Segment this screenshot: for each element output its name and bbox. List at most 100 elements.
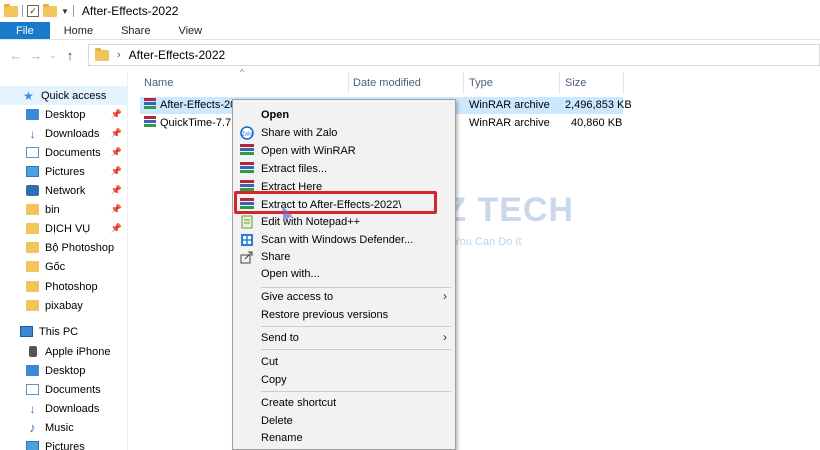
file-type: WinRAR archive — [469, 117, 550, 129]
file-size: 40,860 KB — [571, 117, 623, 129]
sidebar-item-label: Music — [45, 421, 74, 434]
pin-icon: 📌 — [110, 166, 122, 176]
menu-separator — [261, 349, 451, 350]
menu-item-scan-with-defender[interactable]: Scan with Windows Defender... — [233, 231, 455, 249]
properties-icon[interactable]: ✓ — [27, 5, 39, 17]
breadcrumb-chevron-icon[interactable]: › — [117, 49, 121, 61]
sidebar-item-label: Desktop — [45, 364, 86, 377]
document-icon — [26, 384, 39, 395]
tab-view[interactable]: View — [164, 22, 216, 39]
column-header-size[interactable]: Size — [565, 72, 623, 94]
recent-locations-dropdown-icon[interactable]: ⌄ — [46, 51, 60, 60]
sidebar-item-desktop[interactable]: Desktop 📌 — [0, 105, 128, 124]
menu-item-edit-with-notepad[interactable]: Edit with Notepad++ — [233, 213, 455, 231]
column-divider[interactable] — [348, 72, 349, 94]
file-type: WinRAR archive — [469, 99, 550, 111]
winrar-icon — [240, 144, 254, 158]
sidebar-item-label: Quick access — [41, 89, 107, 102]
sidebar-item-bin[interactable]: bin 📌 — [0, 200, 128, 219]
zalo-icon: Zalo — [240, 126, 254, 140]
menu-separator — [261, 326, 451, 327]
download-icon: ↓ — [29, 126, 36, 141]
menu-item-create-shortcut[interactable]: Create shortcut — [233, 394, 455, 412]
folder-icon — [26, 204, 39, 215]
folder-icon — [26, 223, 39, 234]
breadcrumb[interactable]: After-Effects-2022 — [129, 48, 226, 62]
context-menu: Open Zalo Share with Zalo Open with WinR… — [232, 99, 456, 450]
folder-icon — [26, 261, 39, 272]
sidebar-item-label: This PC — [39, 325, 79, 338]
file-size: 2,496,853 KB — [565, 99, 632, 111]
sidebar-item-label: Pictures — [45, 165, 85, 178]
menu-item-cut[interactable]: Cut — [233, 353, 455, 371]
menu-item-open-with-winrar[interactable]: Open with WinRAR — [233, 142, 455, 160]
menu-item-delete[interactable]: Delete — [233, 412, 455, 430]
sidebar-item-documents-pc[interactable]: Documents — [0, 380, 128, 399]
column-divider[interactable] — [463, 72, 464, 94]
sidebar-item-network[interactable]: Network 📌 — [0, 181, 128, 200]
sidebar-item-label: Apple iPhone — [45, 345, 111, 358]
menu-item-label: Send to — [261, 332, 299, 344]
menu-item-label: Give access to — [261, 291, 334, 303]
sidebar-item-documents[interactable]: Documents 📌 — [0, 143, 128, 162]
back-arrow-icon[interactable]: ← — [6, 48, 26, 63]
sidebar-item-pictures[interactable]: Pictures 📌 — [0, 162, 128, 181]
tab-share[interactable]: Share — [107, 22, 164, 39]
tab-file[interactable]: File — [0, 22, 50, 39]
sidebar-item-music[interactable]: ♪ Music — [0, 418, 128, 437]
window-title: After-Effects-2022 — [81, 4, 179, 18]
sidebar-item-bo-photoshop[interactable]: Bộ Photoshop — [0, 238, 128, 257]
column-header-name[interactable]: Name — [144, 72, 348, 94]
menu-item-restore-previous-versions[interactable]: Restore previous versions — [233, 306, 455, 324]
sidebar-item-photoshop[interactable]: Photoshop — [0, 277, 128, 296]
sidebar-item-pixabay[interactable]: pixabay — [0, 296, 128, 315]
menu-item-extract-files[interactable]: Extract files... — [233, 160, 455, 178]
address-bar[interactable]: › After-Effects-2022 — [88, 44, 820, 66]
phone-icon — [29, 346, 37, 357]
sidebar-item-quick-access[interactable]: ★ Quick access — [0, 86, 128, 105]
pin-icon: 📌 — [110, 223, 122, 233]
sidebar-item-this-pc[interactable]: This PC — [0, 322, 128, 341]
menu-item-rename[interactable]: Rename — [233, 429, 455, 447]
sidebar-item-label: Downloads — [45, 402, 100, 415]
menu-item-share-with-zalo[interactable]: Zalo Share with Zalo — [233, 124, 455, 142]
menu-item-label: Edit with Notepad++ — [261, 216, 361, 228]
sidebar-item-pictures-pc[interactable]: Pictures — [0, 437, 128, 450]
sidebar-item-apple-iphone[interactable]: Apple iPhone — [0, 342, 128, 361]
chevron-right-icon: › — [443, 330, 447, 344]
music-icon: ♪ — [29, 420, 36, 435]
column-divider[interactable] — [559, 72, 560, 94]
sidebar-item-dich-vu[interactable]: DỊCH VỤ 📌 — [0, 219, 128, 238]
menu-item-give-access-to[interactable]: Give access to › — [233, 288, 455, 306]
pin-icon: 📌 — [110, 147, 122, 157]
column-divider[interactable] — [623, 72, 624, 94]
menu-item-copy[interactable]: Copy — [233, 371, 455, 389]
sidebar-item-desktop-pc[interactable]: Desktop — [0, 361, 128, 380]
menu-item-share[interactable]: Share — [233, 248, 455, 266]
sidebar-item-label: Desktop — [45, 108, 86, 121]
new-folder-icon[interactable] — [43, 3, 57, 17]
menu-item-send-to[interactable]: Send to › — [233, 329, 455, 347]
menu-item-label: Extract files... — [261, 163, 328, 175]
desktop-icon — [26, 365, 39, 376]
forward-arrow-icon[interactable]: → — [26, 48, 46, 63]
sidebar-item-label: Documents — [45, 146, 101, 159]
customize-dropdown-icon[interactable]: ▼ — [61, 7, 69, 16]
menu-item-open-with[interactable]: Open with... — [233, 265, 455, 283]
column-header-type[interactable]: Type — [469, 72, 559, 94]
menu-item-label: Restore previous versions — [261, 309, 389, 321]
sidebar-item-label: DỊCH VỤ — [45, 222, 91, 235]
sidebar-item-label: bin — [45, 203, 60, 216]
up-arrow-icon[interactable]: ↑ — [60, 48, 80, 63]
pin-icon: 📌 — [110, 109, 122, 119]
pictures-icon — [26, 441, 39, 450]
document-icon — [26, 147, 39, 158]
sidebar-item-downloads[interactable]: ↓ Downloads 📌 — [0, 124, 128, 143]
column-header-date-modified[interactable]: Date modified — [353, 72, 463, 94]
tab-home[interactable]: Home — [50, 22, 107, 39]
menu-item-open[interactable]: Open — [233, 106, 455, 124]
menu-item-label: Share — [261, 251, 291, 263]
sidebar-item-goc[interactable]: Gốc — [0, 257, 128, 276]
title-bar: ✓ ▼ After-Effects-2022 — [0, 0, 820, 22]
sidebar-item-downloads-pc[interactable]: ↓ Downloads — [0, 399, 128, 418]
